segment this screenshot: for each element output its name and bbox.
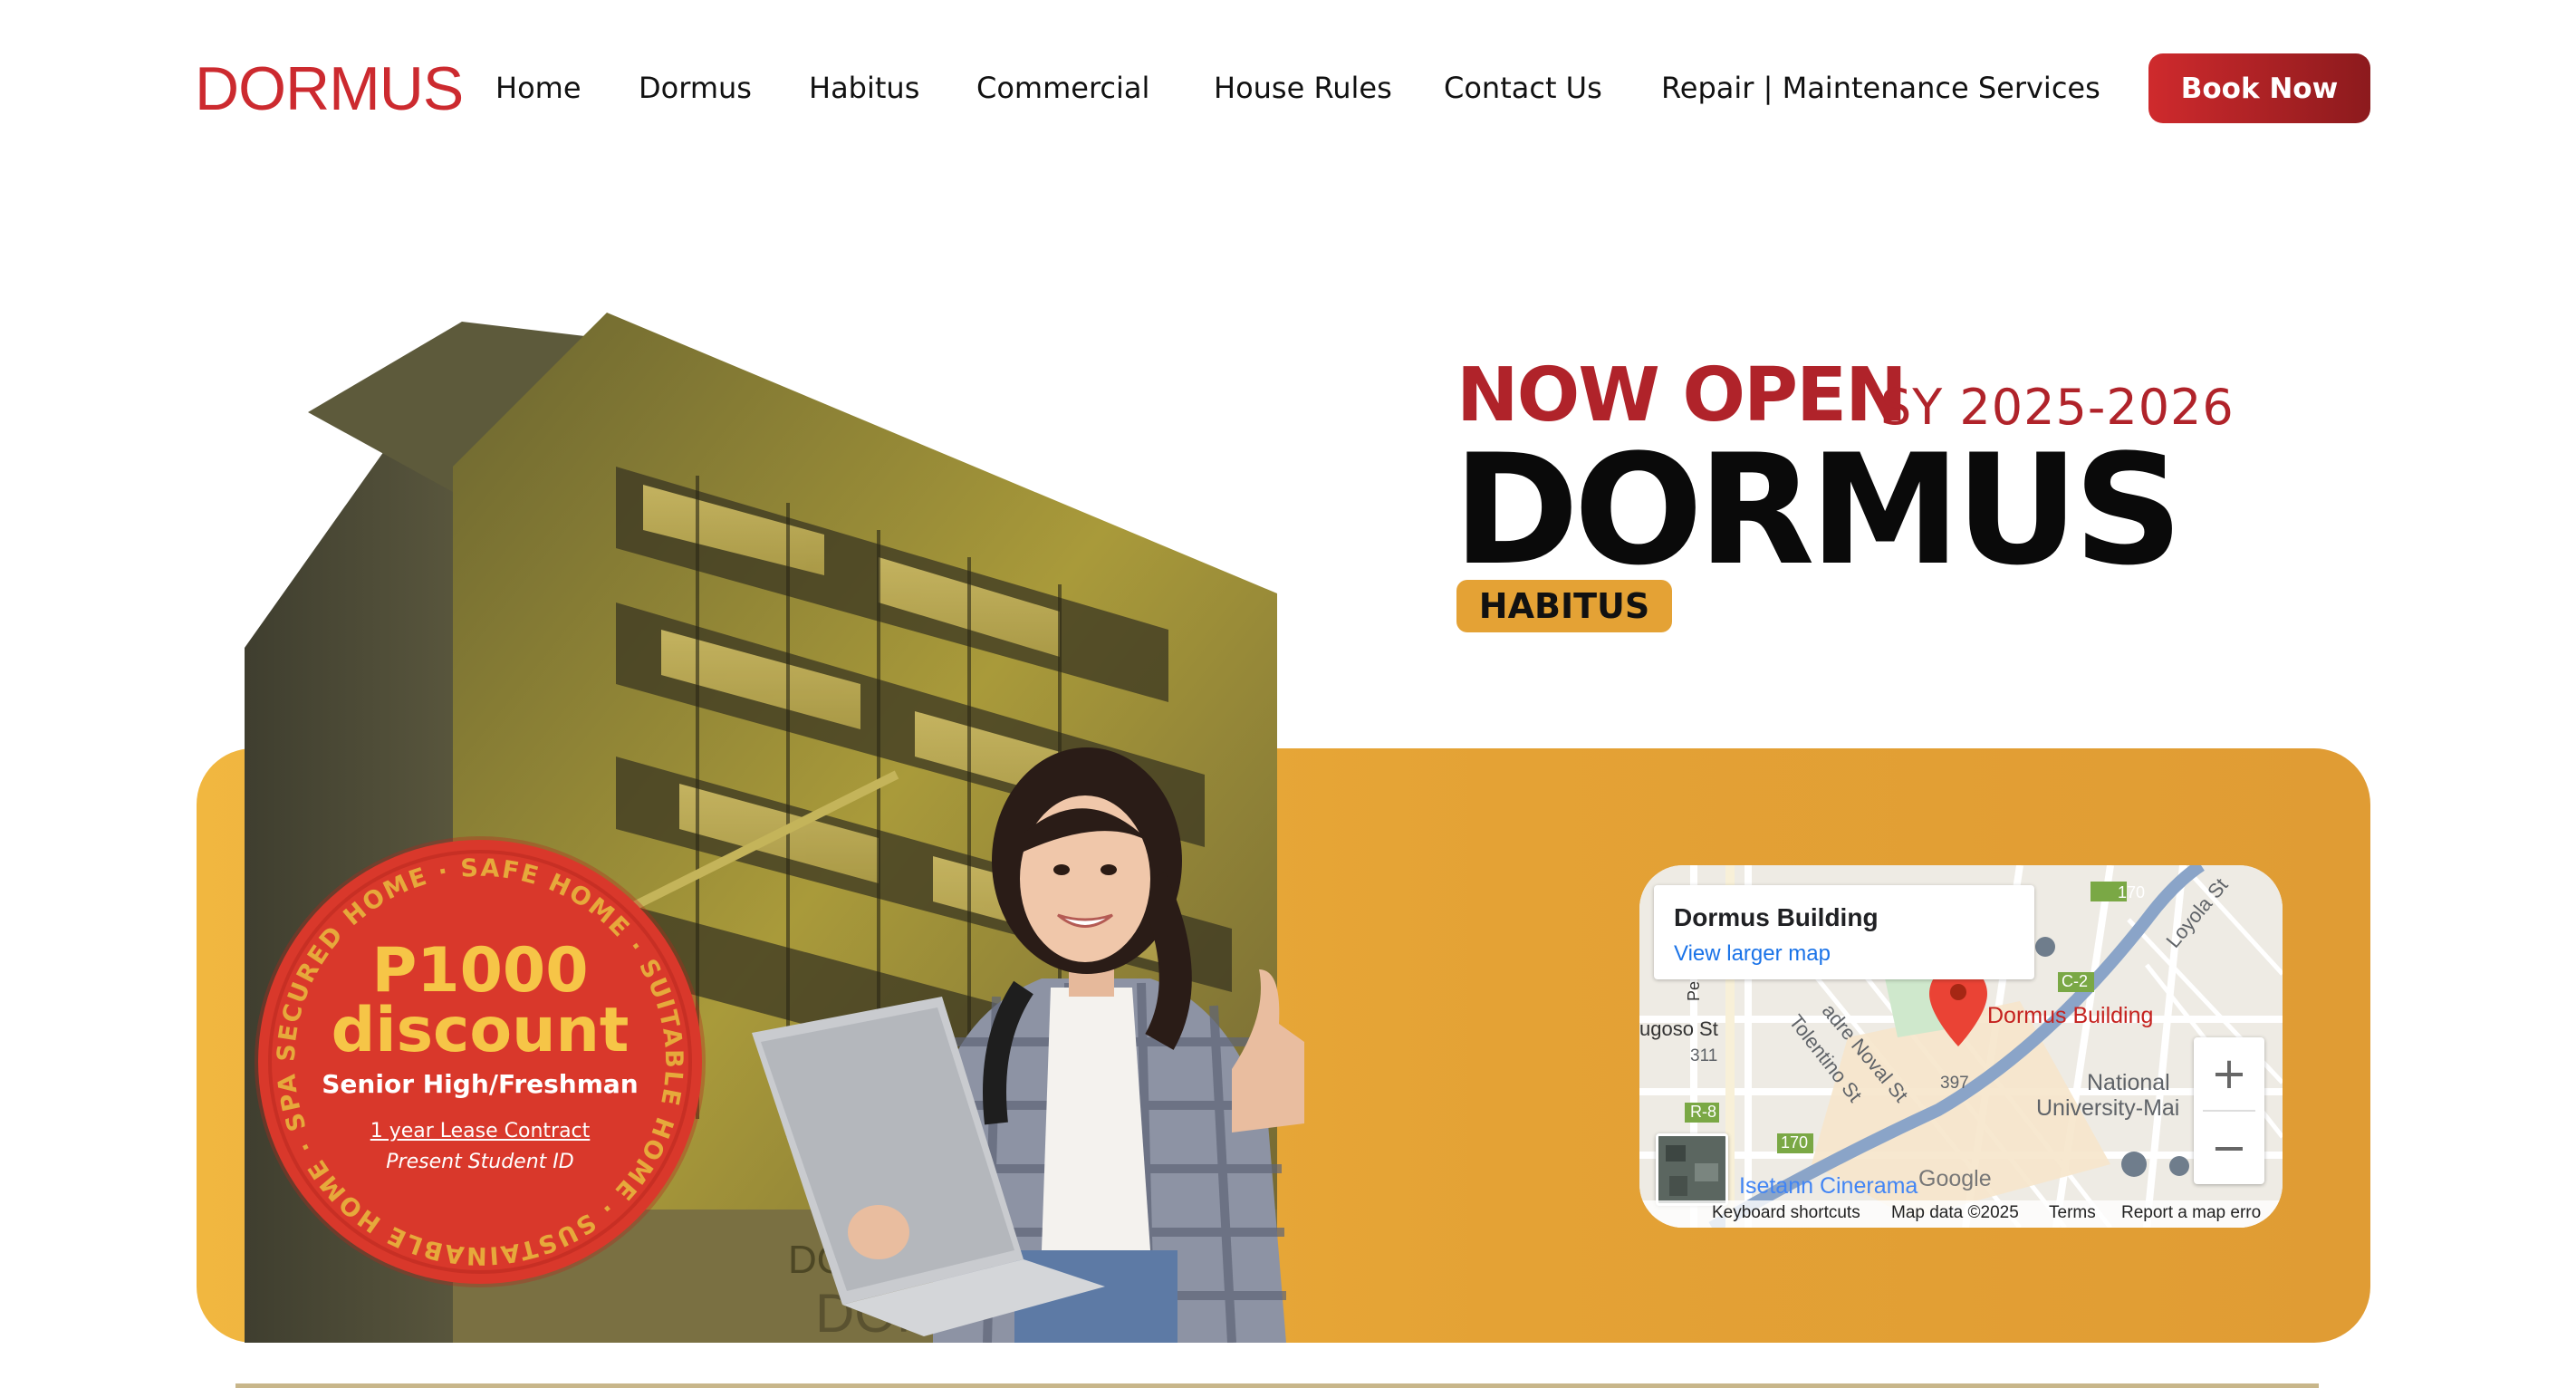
satellite-toggle-icon[interactable] [1656,1133,1728,1206]
map-label-r8: R-8 [1690,1103,1717,1121]
keyboard-shortcuts-link[interactable]: Keyboard shortcuts [1712,1203,1860,1223]
zoom-out-button[interactable]: − [2194,1112,2264,1184]
discount-word: discount [331,995,630,1066]
hero-title: DORMUS [1453,421,2183,599]
report-map-error-link[interactable]: Report a map erro [2121,1203,2261,1223]
next-section-edge [235,1383,2319,1388]
discount-audience: Senior High/Freshman [322,1069,639,1099]
google-logo: Google [1918,1166,1992,1191]
map-label-170-north: 170 [2118,883,2146,901]
nav-item-house-rules[interactable]: House Rules [1214,65,1392,111]
map-data-credit: Map data ©2025 [1891,1203,2019,1222]
terms-link[interactable]: Terms [2049,1203,2096,1223]
top-navigation: DORMUS Home Dormus Habitus Commercial Ho… [0,0,2576,181]
nav-item-habitus[interactable]: Habitus [809,65,919,111]
zoom-in-button[interactable]: + [2194,1037,2264,1110]
map-label-national: National [2087,1070,2170,1095]
view-larger-map-link[interactable]: View larger map [1674,941,1831,967]
nav-item-home[interactable]: Home [495,65,582,111]
discount-seal: SECURED HOME · SAFE HOME · SUITABLE HOME… [258,840,702,1284]
map-zoom-controls: + − [2194,1037,2264,1184]
map-pin-label[interactable]: Dormus Building [1987,1003,2153,1029]
map-label-lugoso: ugoso St [1639,1017,1718,1040]
map-label-isetann: Isetann Cinerama [1739,1173,1918,1199]
lease-contract-text: 1 year Lease Contract [370,1120,591,1142]
student-id-note: Present Student ID [386,1151,574,1173]
student-with-laptop-photo [752,747,1304,1343]
nav-item-dormus[interactable]: Dormus [639,65,752,111]
map-place-title: Dormus Building [1674,903,1879,931]
map-label-university: University-Mai [2036,1095,2180,1121]
google-map-embed[interactable]: 170 C-2 R-8 170 Loyola St adre Noval St … [1639,865,2283,1228]
nav-item-repair-maintenance[interactable]: Repair | Maintenance Services [1661,65,2100,111]
discount-amount: P1000 [371,935,589,1007]
map-label-c2: C-2 [2062,972,2089,990]
map-label-311: 311 [1690,1046,1718,1065]
lease-contract-note: 1 year Lease Contract [258,1119,702,1144]
map-label-397: 397 [1940,1074,1969,1093]
map-label-170-south: 170 [1781,1133,1809,1152]
map-place-card: Dormus Building View larger map [1654,885,2034,979]
nav-item-commercial[interactable]: Commercial [976,65,1149,111]
map-attribution-bar: Keyboard shortcuts Map data ©2025 Terms … [1639,1200,2283,1228]
habitus-badge: HABITUS [1456,580,1672,632]
map-label-pe: Pe [1685,980,1703,1001]
nav-item-contact-us[interactable]: Contact Us [1444,65,1602,111]
book-now-button[interactable]: Book Now [2148,53,2370,123]
brand-logo[interactable]: DORMUS [195,56,464,121]
